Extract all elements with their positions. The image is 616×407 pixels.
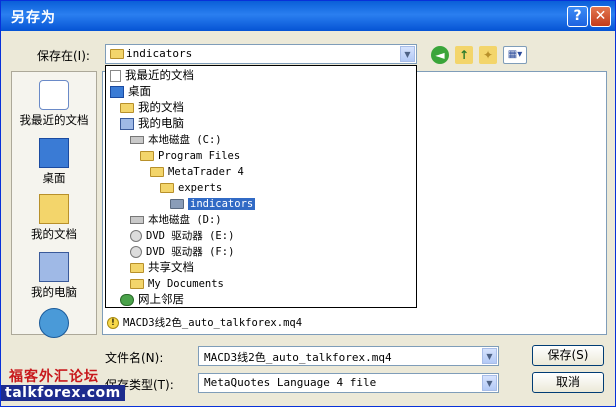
recent-icon xyxy=(110,69,121,82)
dropdown-item-shared-docs[interactable]: 共享文档 xyxy=(130,259,194,275)
script-file-icon: ! xyxy=(107,317,119,329)
file-item-label: MACD3线2色_auto_talkforex.mq4 xyxy=(123,317,303,329)
place-documents[interactable]: 我的文档 xyxy=(12,194,96,242)
save-in-dropdown[interactable]: 我最近的文档 桌面 我的文档 我的电脑 本地磁盘 (C:) Program Fi… xyxy=(105,65,417,308)
dropdown-item-documents[interactable]: 我的文档 xyxy=(120,99,184,115)
dropdown-item-dvd-f[interactable]: DVD 驱动器 (F:) xyxy=(130,243,234,259)
place-label: 桌面 xyxy=(42,171,66,185)
place-network[interactable] xyxy=(12,308,96,340)
computer-icon xyxy=(39,252,69,282)
filename-value: MACD3线2色_auto_talkforex.mq4 xyxy=(204,351,392,364)
place-desktop[interactable]: 桌面 xyxy=(12,138,96,186)
close-button[interactable]: ✕ xyxy=(590,6,611,27)
desktop-icon xyxy=(39,138,69,168)
dropdown-item-my-documents[interactable]: My Documents xyxy=(130,275,224,291)
save-button[interactable]: 保存(S) xyxy=(532,345,604,366)
place-label: 我的文档 xyxy=(31,227,77,241)
folder-icon xyxy=(130,262,144,273)
save-in-value: indicators xyxy=(126,47,193,60)
dropdown-item-network[interactable]: 网上邻居 xyxy=(120,291,184,307)
documents-icon xyxy=(120,102,134,113)
folder-icon xyxy=(110,49,124,59)
dropdown-item-metatrader[interactable]: MetaTrader 4 xyxy=(150,163,244,179)
filetype-select[interactable]: MetaQuotes Language 4 file ▼ xyxy=(198,373,499,393)
drive-icon xyxy=(130,215,144,224)
filename-field[interactable]: MACD3线2色_auto_talkforex.mq4 ▼ xyxy=(198,346,499,366)
dropdown-item-program-files[interactable]: Program Files xyxy=(140,147,240,163)
dropdown-item-computer[interactable]: 我的电脑 xyxy=(120,115,184,131)
save-in-combo[interactable]: indicators ▼ xyxy=(105,44,417,64)
help-button[interactable]: ? xyxy=(567,6,588,27)
dropdown-item-indicators[interactable]: indicators xyxy=(170,195,256,211)
file-item[interactable]: ! MACD3线2色_auto_talkforex.mq4 xyxy=(107,315,302,330)
dropdown-item-drive-c[interactable]: 本地磁盘 (C:) xyxy=(130,131,222,147)
dvd-icon xyxy=(130,245,142,258)
network-icon xyxy=(120,293,134,306)
network-icon xyxy=(39,308,69,338)
watermark-text: 福客外汇论坛 xyxy=(9,369,99,385)
computer-icon xyxy=(120,117,134,130)
dropdown-item-experts[interactable]: experts xyxy=(160,179,222,195)
dropdown-item-desktop[interactable]: 桌面 xyxy=(110,83,151,99)
drive-icon xyxy=(130,135,144,144)
filetype-value: MetaQuotes Language 4 file xyxy=(204,376,377,389)
new-folder-icon[interactable]: ✦ xyxy=(479,46,497,64)
watermark-url: talkforex.com xyxy=(1,385,125,401)
cancel-button[interactable]: 取消 xyxy=(532,372,604,393)
window-title: 另存为 xyxy=(11,10,56,26)
place-label: 我最近的文档 xyxy=(19,113,89,127)
place-computer[interactable]: 我的电脑 xyxy=(12,252,96,300)
chevron-down-icon[interactable]: ▼ xyxy=(482,348,497,364)
recent-icon xyxy=(39,80,69,110)
save-as-dialog: 另存为 ? ✕ 保存在(I): indicators ▼ ◄ ↑ ✦ ▦▾ 我最… xyxy=(0,0,616,407)
dvd-icon xyxy=(130,229,142,242)
folder-icon xyxy=(160,182,174,193)
back-icon[interactable]: ◄ xyxy=(431,46,449,64)
place-recent[interactable]: 我最近的文档 xyxy=(12,80,96,128)
title-bar[interactable]: 另存为 ? ✕ xyxy=(1,1,615,31)
view-menu-icon[interactable]: ▦▾ xyxy=(503,46,527,64)
dropdown-item-drive-d[interactable]: 本地磁盘 (D:) xyxy=(130,211,222,227)
place-label: 我的电脑 xyxy=(31,285,77,299)
folder-icon xyxy=(150,166,164,177)
filename-label: 文件名(N): xyxy=(105,351,164,365)
places-bar: 我最近的文档 桌面 我的文档 我的电脑 xyxy=(11,71,97,338)
save-in-label: 保存在(I): xyxy=(37,49,90,63)
folder-icon xyxy=(140,150,154,161)
desktop-icon xyxy=(110,85,124,98)
chevron-down-icon[interactable]: ▼ xyxy=(482,375,497,391)
dropdown-item-dvd-e[interactable]: DVD 驱动器 (E:) xyxy=(130,227,234,243)
dropdown-item-recent[interactable]: 我最近的文档 xyxy=(110,67,194,83)
folder-icon xyxy=(170,198,184,209)
up-folder-icon[interactable]: ↑ xyxy=(455,46,473,64)
documents-icon xyxy=(39,194,69,224)
chevron-down-icon[interactable]: ▼ xyxy=(400,46,415,62)
folder-icon xyxy=(130,278,144,289)
